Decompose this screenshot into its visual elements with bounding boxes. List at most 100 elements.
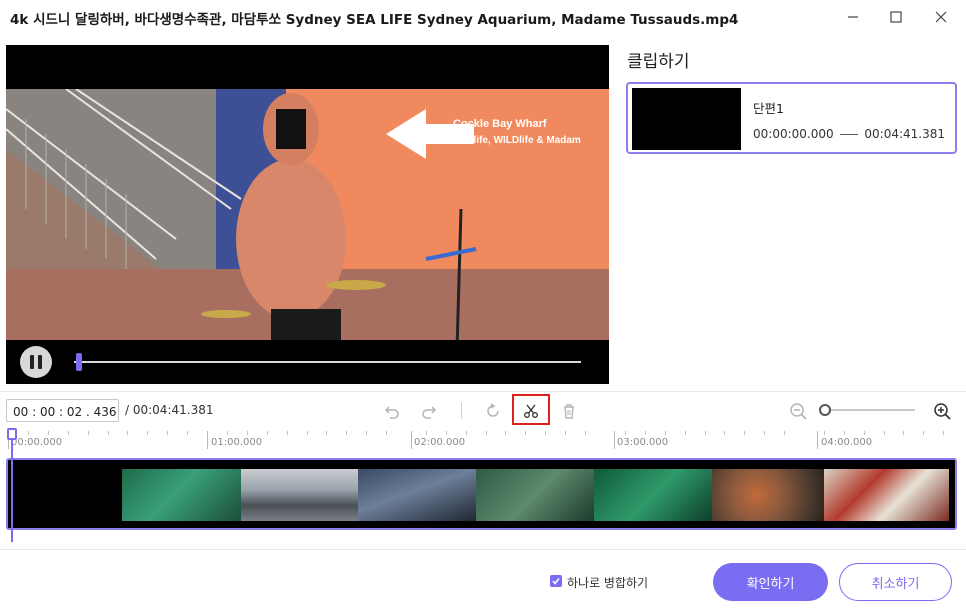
merge-label: 하나로 병합하기 xyxy=(567,576,649,590)
ruler-minor-tick xyxy=(645,431,646,435)
trash-icon xyxy=(564,404,574,419)
cancel-button[interactable]: 취소하기 xyxy=(839,563,952,601)
ruler-minor-tick xyxy=(486,431,487,435)
ruler-minor-tick xyxy=(247,431,248,435)
redo-icon xyxy=(422,406,437,419)
sign-line-2: SEAlife, WILDlife & Madam xyxy=(453,135,581,146)
ruler-minor-tick xyxy=(724,431,725,435)
ruler-minor-tick xyxy=(903,431,904,435)
ruler-minor-tick xyxy=(88,431,89,435)
pause-button[interactable] xyxy=(20,346,52,378)
ruler-minor-tick xyxy=(267,431,268,435)
ruler-minor-tick xyxy=(923,431,924,435)
zoom-out-button[interactable] xyxy=(786,399,810,423)
ruler-minor-tick xyxy=(167,431,168,435)
ruler-minor-tick xyxy=(28,431,29,435)
ruler-minor-tick xyxy=(884,431,885,435)
redo-button[interactable] xyxy=(417,399,441,423)
ruler-minor-tick xyxy=(705,431,706,435)
clip-start-time: 00:00:00.000 xyxy=(753,127,834,141)
filmstrip-frame xyxy=(476,469,594,521)
close-icon xyxy=(935,11,947,23)
ruler-minor-tick xyxy=(525,431,526,435)
video-player[interactable]: Cockle Bay Wharf SEAlife, WILDlife & Mad… xyxy=(6,45,609,384)
timeline-track[interactable] xyxy=(6,458,957,530)
timeline-ruler[interactable]: 00:00.000 01:00.000 02:00.000 03:00.000 … xyxy=(0,428,966,452)
maximize-icon xyxy=(890,11,902,23)
tick-label: 02:00.000 xyxy=(414,437,466,448)
sign-line-1: Cockle Bay Wharf xyxy=(453,118,547,130)
ruler-minor-tick xyxy=(227,431,228,435)
divider xyxy=(0,391,966,392)
zoom-slider[interactable] xyxy=(825,409,915,411)
ruler-minor-tick xyxy=(545,431,546,435)
window-title: 4k 시드니 달링하버, 바다생명수족관, 마담투쏘 Sydney SEA LI… xyxy=(10,12,739,28)
footer-divider xyxy=(0,549,966,550)
zoom-slider-thumb[interactable] xyxy=(819,404,831,416)
ruler-minor-tick xyxy=(147,431,148,435)
ruler-minor-tick xyxy=(426,431,427,435)
tick-label: 04:00.000 xyxy=(821,437,873,448)
merge-checkbox[interactable] xyxy=(550,575,562,587)
ruler-minor-tick xyxy=(307,431,308,435)
maximize-button[interactable] xyxy=(881,4,911,30)
clip-name: 단편1 xyxy=(753,101,784,116)
tick-label: 01:00.000 xyxy=(211,437,263,448)
ruler-minor-tick xyxy=(864,431,865,435)
ruler-minor-tick xyxy=(108,431,109,435)
clip-thumbnail xyxy=(632,88,741,150)
ruler-minor-tick xyxy=(366,431,367,435)
ruler-minor-tick xyxy=(287,431,288,435)
playhead[interactable] xyxy=(11,437,13,542)
ruler-minor-tick xyxy=(824,431,825,435)
ruler-minor-tick xyxy=(764,431,765,435)
ruler-minor-tick xyxy=(665,431,666,435)
ruler-minor-tick xyxy=(505,431,506,435)
clip-panel-title: 클립하기 xyxy=(627,52,690,72)
filmstrip-frame xyxy=(594,469,712,521)
reset-icon xyxy=(487,403,499,417)
filmstrip-frame xyxy=(358,469,476,521)
ruler-minor-tick xyxy=(48,431,49,435)
tick-label: 03:00.000 xyxy=(617,437,669,448)
clip-range-dash xyxy=(840,134,858,135)
seek-thumb[interactable] xyxy=(76,353,82,371)
confirm-button[interactable]: 확인하기 xyxy=(713,563,828,601)
total-duration: / 00:04:41.381 xyxy=(125,403,214,417)
close-button[interactable] xyxy=(926,4,956,30)
ruler-minor-tick xyxy=(187,431,188,435)
undo-button[interactable] xyxy=(380,399,404,423)
filmstrip-frame xyxy=(241,469,358,521)
seek-bar[interactable] xyxy=(74,361,581,363)
reset-button[interactable] xyxy=(481,399,505,423)
zoom-out-icon xyxy=(790,403,807,420)
filmstrip-frame xyxy=(824,469,949,521)
current-time-input[interactable] xyxy=(6,399,119,422)
ruler-minor-tick xyxy=(466,431,467,435)
pause-icon xyxy=(30,355,34,369)
filmstrip-frame xyxy=(122,469,241,521)
cut-button[interactable] xyxy=(519,399,543,423)
ruler-minor-tick xyxy=(685,431,686,435)
ruler-minor-tick xyxy=(446,431,447,435)
ruler-minor-tick xyxy=(744,431,745,435)
ruler-minor-tick xyxy=(565,431,566,435)
ruler-minor-tick xyxy=(585,431,586,435)
clip-item[interactable]: 단편1 00:00:00.000 00:04:41.381 xyxy=(626,82,957,154)
ruler-minor-tick xyxy=(68,431,69,435)
ruler-minor-tick xyxy=(326,431,327,435)
ruler-minor-tick xyxy=(943,431,944,435)
minimize-button[interactable] xyxy=(838,4,868,30)
delete-button[interactable] xyxy=(557,399,581,423)
clip-end-time: 00:04:41.381 xyxy=(864,127,945,141)
ruler-minor-tick xyxy=(784,431,785,435)
title-bar: 4k 시드니 달링하버, 바다생명수족관, 마담투쏘 Sydney SEA LI… xyxy=(0,0,966,34)
playhead-handle[interactable] xyxy=(7,428,17,440)
ruler-minor-tick xyxy=(346,431,347,435)
minimize-icon xyxy=(848,16,858,18)
toolbar-separator xyxy=(461,402,462,419)
player-controls xyxy=(6,340,609,384)
tick-label: 00:00.000 xyxy=(11,437,63,448)
zoom-in-button[interactable] xyxy=(930,399,954,423)
ruler-minor-tick xyxy=(127,431,128,435)
